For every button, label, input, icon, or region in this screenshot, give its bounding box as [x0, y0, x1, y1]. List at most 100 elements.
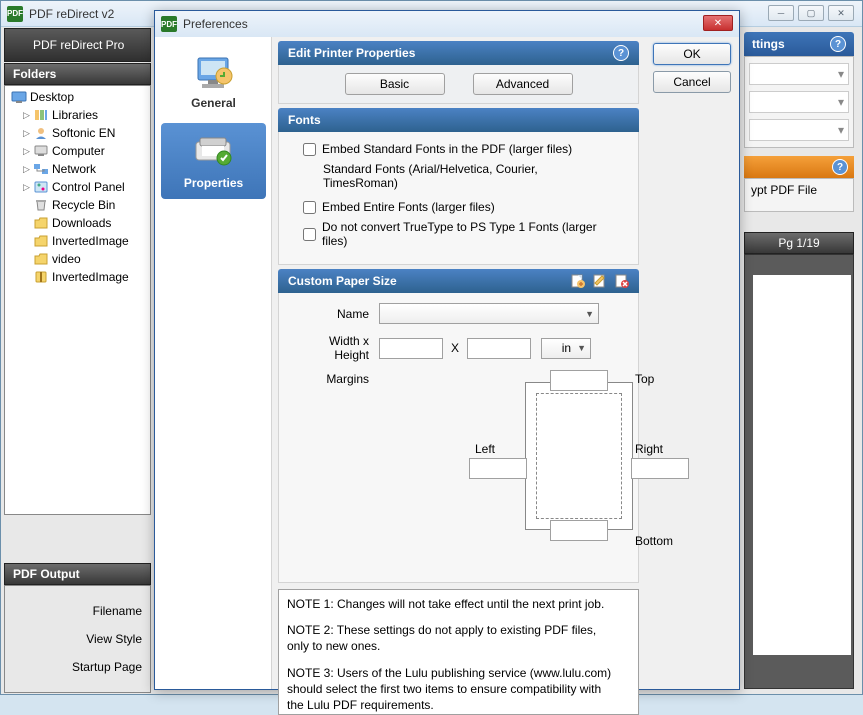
preview-page	[753, 275, 851, 655]
page-outline	[525, 382, 633, 530]
desktop-icon	[11, 90, 27, 104]
left-label: Left	[475, 442, 495, 456]
edit-printer-header: Edit Printer Properties ?	[278, 41, 639, 65]
expand-icon[interactable]: ▷	[23, 182, 33, 193]
settings-combo-1[interactable]: ▾	[749, 63, 849, 85]
tree-root[interactable]: Desktop	[7, 88, 148, 106]
right-margin-input[interactable]	[631, 458, 689, 479]
help-icon[interactable]: ?	[613, 45, 629, 61]
settings-panel: ▾ ▾ ▾	[744, 56, 854, 148]
bottom-margin-input[interactable]	[550, 520, 608, 541]
embed-entire-row: Embed Entire Fonts (larger files)	[303, 200, 614, 214]
note-1: NOTE 1: Changes will not take effect unt…	[287, 596, 620, 612]
tree-item-inverted2[interactable]: InvertedImage	[7, 268, 148, 286]
output-header: PDF Output	[4, 563, 151, 585]
sidebar-item-general[interactable]: General	[161, 43, 266, 119]
paper-header-icons	[569, 273, 629, 289]
recycle-bin-icon	[33, 198, 49, 212]
network-icon	[33, 162, 49, 176]
folders-tree[interactable]: Desktop ▷Libraries ▷Softonic EN ▷Compute…	[4, 85, 151, 515]
folders-header: Folders	[4, 63, 151, 85]
help-icon[interactable]: ?	[832, 159, 848, 175]
expand-icon[interactable]: ▷	[23, 128, 33, 139]
right-label: Right	[635, 442, 663, 456]
edit-paper-icon[interactable]	[591, 273, 607, 289]
fonts-body: Embed Standard Fonts in the PDF (larger …	[278, 132, 639, 265]
help-icon[interactable]: ?	[830, 36, 846, 52]
window-controls: － ▢ ✕	[768, 5, 854, 21]
left-margin-input[interactable]	[469, 458, 527, 479]
preferences-dialog: PDF Preferences ✕ General Properties Edi…	[154, 10, 740, 690]
security-header: ?	[744, 156, 854, 178]
expand-icon[interactable]: ▷	[23, 110, 33, 121]
height-input[interactable]	[467, 338, 531, 359]
name-label: Name	[293, 307, 379, 321]
folder-icon	[33, 234, 49, 248]
folder-icon	[33, 216, 49, 230]
tree-item-network[interactable]: ▷Network	[7, 160, 148, 178]
computer-icon	[33, 144, 49, 158]
ok-button[interactable]: OK	[653, 43, 731, 65]
paper-name-combo[interactable]: ▼	[379, 303, 599, 324]
bottom-label: Bottom	[635, 534, 673, 548]
tree-item-video[interactable]: video	[7, 250, 148, 268]
chevron-down-icon: ▼	[577, 343, 586, 353]
cancel-button[interactable]: Cancel	[653, 71, 731, 93]
paper-body: Name ▼ Width x Height X in▼ Margins Top	[278, 293, 639, 583]
expand-icon[interactable]: ▷	[23, 146, 33, 157]
security-panel: ypt PDF File	[744, 178, 854, 212]
width-input[interactable]	[379, 338, 443, 359]
expand-icon[interactable]: ▷	[23, 164, 33, 175]
properties-icon	[190, 132, 238, 174]
user-icon	[33, 126, 49, 140]
tree-item-softonic[interactable]: ▷Softonic EN	[7, 124, 148, 142]
x-label: X	[451, 341, 459, 355]
embed-std-row: Embed Standard Fonts in the PDF (larger …	[303, 142, 614, 156]
app-title: PDF reDirect v2	[29, 7, 114, 21]
preview-body[interactable]	[744, 254, 854, 689]
wh-label: Width x Height	[293, 334, 379, 362]
dialog-button-column: OK Cancel	[645, 37, 739, 689]
basic-button[interactable]: Basic	[345, 73, 445, 95]
no-convert-checkbox[interactable]	[303, 228, 316, 241]
startup-label: Startup Page	[13, 660, 142, 674]
new-paper-icon[interactable]	[569, 273, 585, 289]
dialog-title: Preferences	[183, 17, 248, 31]
dialog-sidebar: General Properties	[155, 37, 272, 689]
tree-item-computer[interactable]: ▷Computer	[7, 142, 148, 160]
advanced-button[interactable]: Advanced	[473, 73, 573, 95]
viewstyle-label: View Style	[13, 632, 142, 646]
close-button[interactable]: ✕	[828, 5, 854, 21]
app-icon: PDF	[7, 6, 23, 22]
note-2: NOTE 2: These settings do not apply to e…	[287, 622, 620, 654]
margins-label: Margins	[293, 372, 379, 386]
notes-textarea[interactable]: NOTE 1: Changes will not take effect unt…	[278, 589, 639, 715]
std-fonts-list: Standard Fonts (Arial/Helvetica, Courier…	[303, 162, 614, 190]
fonts-header: Fonts	[278, 108, 639, 132]
minimize-button[interactable]: －	[768, 5, 794, 21]
embed-std-checkbox[interactable]	[303, 143, 316, 156]
tree-item-controlpanel[interactable]: ▷Control Panel	[7, 178, 148, 196]
maximize-button[interactable]: ▢	[798, 5, 824, 21]
dialog-titlebar: PDF Preferences ✕	[155, 11, 739, 37]
pro-label: PDF reDirect Pro	[4, 28, 151, 62]
tree-item-recycle[interactable]: Recycle Bin	[7, 196, 148, 214]
dialog-close-button[interactable]: ✕	[703, 15, 733, 31]
no-convert-row: Do not convert TrueType to PS Type 1 Fon…	[303, 220, 614, 248]
delete-paper-icon[interactable]	[613, 273, 629, 289]
tree-item-downloads[interactable]: Downloads	[7, 214, 148, 232]
settings-header: ttings ?	[744, 32, 854, 56]
note-3: NOTE 3: Users of the Lulu publishing ser…	[287, 665, 620, 714]
top-margin-input[interactable]	[550, 370, 608, 391]
tree-item-inverted1[interactable]: InvertedImage	[7, 232, 148, 250]
encrypt-label: ypt PDF File	[751, 183, 817, 197]
chevron-down-icon: ▼	[585, 309, 594, 319]
general-icon	[190, 52, 238, 94]
sidebar-item-properties[interactable]: Properties	[161, 123, 266, 199]
unit-combo[interactable]: in▼	[541, 338, 591, 359]
tree-item-libraries[interactable]: ▷Libraries	[7, 106, 148, 124]
settings-combo-3[interactable]: ▾	[749, 119, 849, 141]
embed-entire-checkbox[interactable]	[303, 201, 316, 214]
libraries-icon	[33, 108, 49, 122]
settings-combo-2[interactable]: ▾	[749, 91, 849, 113]
